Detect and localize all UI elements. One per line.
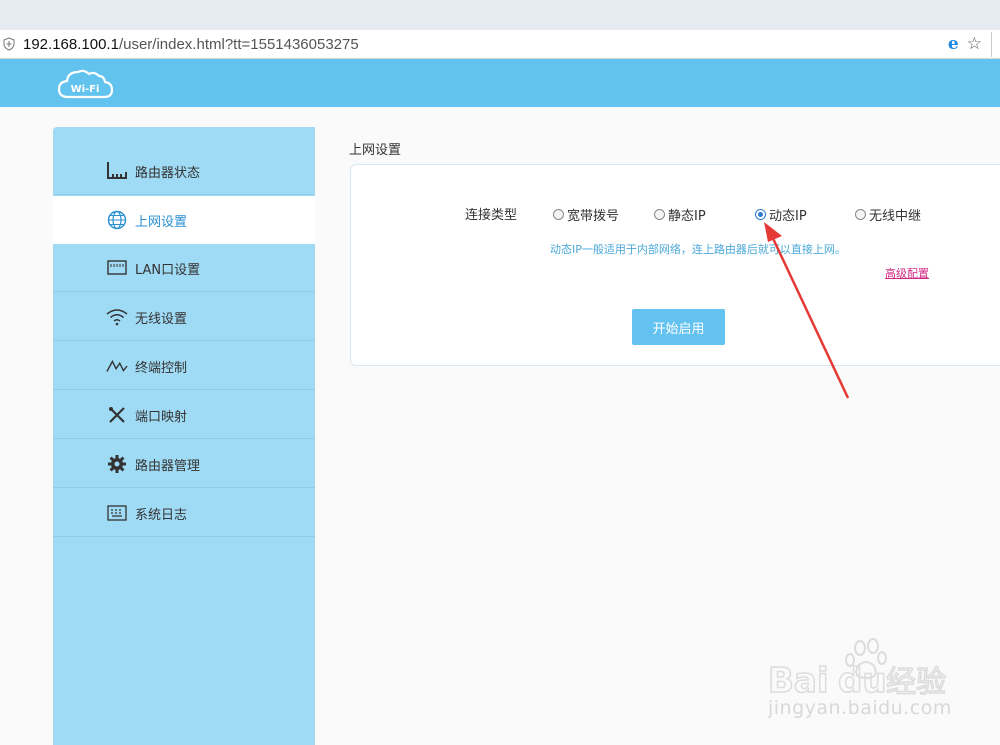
sidebar: 路由器状态 上网设置 LAN口设置 无线设置 终端控制 端口映射 路由器管理 系… — [53, 127, 315, 745]
radio-static-ip[interactable]: 静态IP — [654, 205, 706, 224]
url-host: 192.168.100.1 — [23, 35, 119, 53]
star-icon[interactable]: ☆ — [967, 34, 982, 54]
sidebar-item-label: 上网设置 — [135, 215, 188, 230]
sidebar-item-label: 系统日志 — [135, 508, 188, 523]
sidebar-item-wireless-settings[interactable]: 无线设置 — [53, 293, 315, 341]
sidebar-item-lan-settings[interactable]: LAN口设置 — [53, 244, 315, 292]
header-bar: Wi-Fi — [0, 59, 1000, 107]
connection-type-label: 连接类型 — [465, 208, 518, 223]
radio-button[interactable] — [553, 209, 564, 220]
router-status-icon — [106, 160, 128, 182]
sidebar-item-terminal-control[interactable]: 终端控制 — [53, 342, 315, 390]
radio-button[interactable] — [855, 209, 866, 220]
keyboard-icon — [106, 502, 128, 524]
svg-text:Bai: Bai — [768, 661, 829, 701]
sidebar-item-label: LAN口设置 — [135, 263, 201, 278]
svg-text:经验: 经验 — [886, 665, 946, 700]
radio-button-checked[interactable] — [755, 209, 766, 220]
browser-tab-strip — [0, 0, 1000, 30]
watermark-url: jingyan.baidu.com — [768, 697, 952, 719]
logo-text: Wi-Fi — [71, 84, 100, 95]
sidebar-item-label: 路由器状态 — [135, 166, 201, 181]
radio-wireless-repeater[interactable]: 无线中继 — [855, 205, 921, 224]
radio-label: 静态IP — [668, 209, 706, 224]
lan-port-icon — [106, 257, 128, 279]
sidebar-item-router-status[interactable]: 路由器状态 — [53, 147, 315, 195]
start-enable-button[interactable]: 开始启用 — [632, 309, 725, 345]
sidebar-item-internet-settings[interactable]: 上网设置 — [53, 196, 315, 244]
sidebar-item-router-management[interactable]: 路由器管理 — [53, 440, 315, 488]
wifi-icon — [106, 306, 128, 328]
sidebar-item-label: 无线设置 — [135, 312, 188, 327]
sidebar-item-system-log[interactable]: 系统日志 — [53, 489, 315, 537]
radio-label: 宽带拨号 — [567, 209, 620, 224]
url-path: /user/index.html?tt=1551436053275 — [118, 35, 359, 53]
sidebar-item-label: 终端控制 — [135, 361, 188, 376]
sidebar-item-port-mapping[interactable]: 端口映射 — [53, 391, 315, 439]
shield-icon — [3, 37, 15, 51]
sidebar-item-label: 端口映射 — [135, 410, 188, 425]
page-title: 上网设置 — [349, 143, 402, 158]
url-text[interactable]: 192.168.100.1/user/index.html?tt=1551436… — [23, 36, 359, 53]
ie-icon[interactable]: e — [948, 34, 959, 54]
gear-icon — [106, 453, 128, 475]
svg-text:du: du — [838, 661, 887, 701]
radio-button[interactable] — [654, 209, 665, 220]
divider — [991, 32, 992, 57]
radio-pppoe[interactable]: 宽带拨号 — [553, 205, 619, 224]
wifi-cloud-logo: Wi-Fi — [57, 69, 114, 99]
terminal-chart-icon — [106, 355, 128, 377]
radio-label: 无线中继 — [869, 209, 922, 224]
globe-icon — [106, 209, 128, 231]
address-bar[interactable]: 192.168.100.1/user/index.html?tt=1551436… — [0, 30, 1000, 59]
tools-icon — [106, 404, 128, 426]
annotation-arrow — [764, 222, 850, 399]
sidebar-item-label: 路由器管理 — [135, 459, 201, 474]
advanced-config-link[interactable]: 高级配置 — [885, 265, 929, 281]
